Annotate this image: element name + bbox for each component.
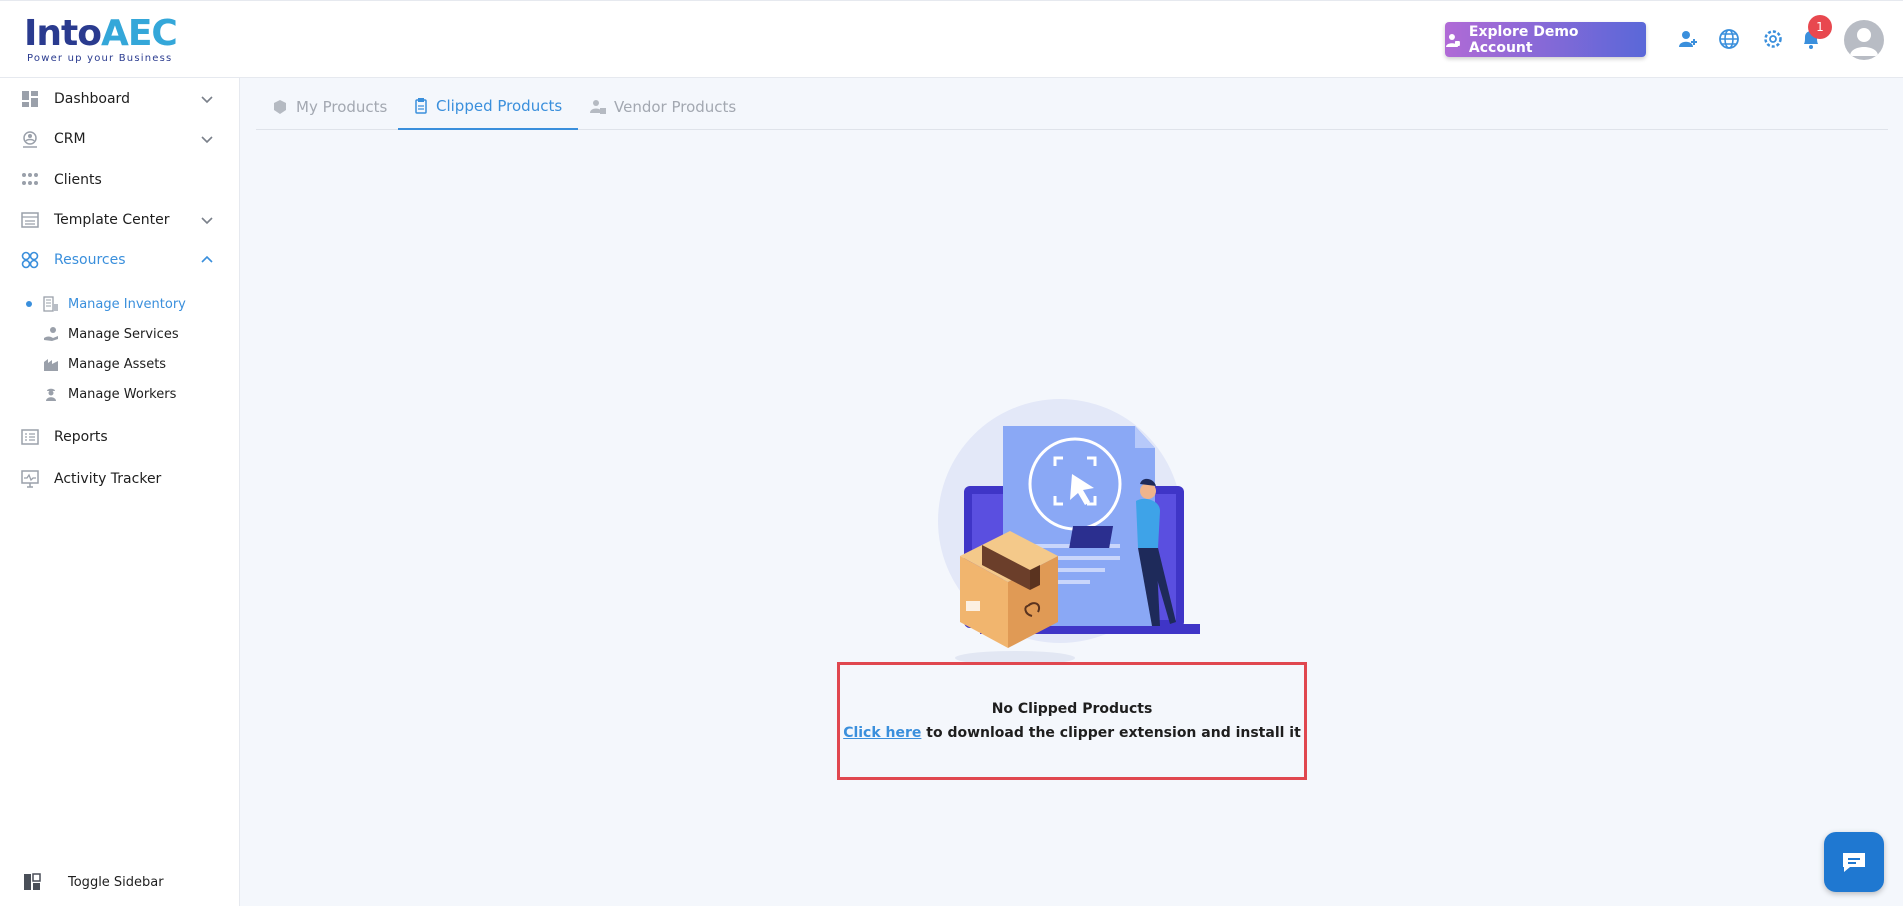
clients-icon [20, 170, 40, 190]
explore-demo-button[interactable]: Explore Demo Account [1445, 22, 1646, 57]
reports-icon [20, 427, 40, 447]
sidebar-subitem-label: Manage Workers [68, 386, 177, 402]
chevron-up-icon[interactable] [198, 251, 216, 269]
sidebar-item-reports[interactable]: Reports [0, 419, 240, 455]
chevron-down-icon[interactable] [198, 90, 216, 108]
user-lock-icon [1445, 33, 1460, 47]
empty-state-message: No Clipped Products Click here to downlo… [837, 662, 1307, 780]
chevron-down-icon[interactable] [198, 211, 216, 229]
tab-label: My Products [296, 98, 388, 116]
tab-vendor-products[interactable]: Vendor Products [574, 84, 752, 130]
sidebar-item-clients[interactable]: Clients [0, 162, 240, 198]
clip-icon [415, 98, 427, 114]
sidebar-item-label: Resources [54, 252, 126, 268]
sidebar-item-label: Dashboard [54, 91, 130, 107]
avatar[interactable] [1844, 20, 1884, 60]
brand-name-part1: Into [24, 13, 102, 54]
gear-icon[interactable] [1760, 26, 1786, 52]
vendor-icon [590, 100, 606, 114]
explore-demo-label: Explore Demo Account [1468, 23, 1579, 56]
chevron-down-icon[interactable] [198, 130, 216, 148]
add-user-icon[interactable] [1675, 26, 1701, 52]
tab-clipped-products[interactable]: Clipped Products [398, 84, 579, 130]
sidebar-toggle-icon [22, 872, 42, 892]
dashboard-icon [20, 89, 40, 109]
sidebar-item-label: Reports [54, 429, 108, 445]
sidebar-item-activity-tracker[interactable]: Activity Tracker [0, 461, 240, 497]
tab-label: Vendor Products [614, 98, 737, 116]
chat-icon [1843, 853, 1865, 872]
sidebar-subitem-manage-services[interactable]: Manage Services [0, 321, 240, 347]
tab-label: Clipped Products [436, 97, 563, 115]
resources-icon [20, 250, 40, 270]
brand-tagline: Power up your Business [27, 53, 173, 64]
sidebar-subitem-label: Manage Services [68, 326, 179, 342]
sidebar-item-template-center[interactable]: Template Center [0, 202, 240, 238]
crm-icon [20, 129, 40, 149]
brand-name-part2: AEC [100, 13, 178, 54]
template-icon [20, 210, 40, 230]
sidebar-subitem-manage-inventory[interactable]: Manage Inventory [0, 291, 240, 317]
brand-logo[interactable]: IntoAEC Power up your Business [24, 9, 184, 69]
services-icon [42, 325, 60, 343]
sidebar-item-label: Clients [54, 172, 102, 188]
tab-my-products[interactable]: My Products [256, 84, 403, 130]
sidebar-subitem-manage-workers[interactable]: Manage Workers [0, 381, 240, 407]
sidebar-item-resources[interactable]: Resources [0, 242, 240, 278]
active-dot [26, 301, 32, 307]
sidebar-subitem-manage-assets[interactable]: Manage Assets [0, 351, 240, 377]
empty-state-title: No Clipped Products [991, 701, 1153, 717]
notification-badge: 1 [1808, 15, 1832, 39]
globe-icon[interactable] [1716, 26, 1742, 52]
chat-support-button[interactable] [1824, 832, 1884, 892]
workers-icon [42, 385, 60, 403]
inventory-icon [42, 295, 60, 313]
empty-state-illustration [920, 396, 1206, 666]
sidebar-item-dashboard[interactable]: Dashboard [0, 81, 240, 117]
activity-icon [20, 469, 40, 489]
sidebar-item-label: Activity Tracker [54, 471, 162, 487]
sidebar-item-label: Template Center [54, 212, 170, 228]
sidebar-item-crm[interactable]: CRM [0, 121, 240, 157]
top-header: IntoAEC Power up your Business Explore D… [0, 0, 1903, 78]
products-icon [274, 100, 286, 114]
sidebar-subitem-label: Manage Inventory [68, 296, 186, 312]
sidebar-subitem-label: Manage Assets [68, 356, 167, 372]
download-extension-link[interactable]: Click here [843, 725, 921, 741]
sidebar-item-label: CRM [54, 131, 86, 147]
empty-state-description: to download the clipper extension and in… [921, 725, 1301, 741]
toggle-sidebar-label: Toggle Sidebar [68, 874, 164, 890]
sidebar: Dashboard CRM Clients Template Center Re… [0, 78, 240, 906]
assets-icon [42, 355, 60, 373]
toggle-sidebar-button[interactable]: Toggle Sidebar [0, 866, 240, 898]
product-tabs: My Products Clipped Products Vendor Prod… [256, 84, 1888, 130]
